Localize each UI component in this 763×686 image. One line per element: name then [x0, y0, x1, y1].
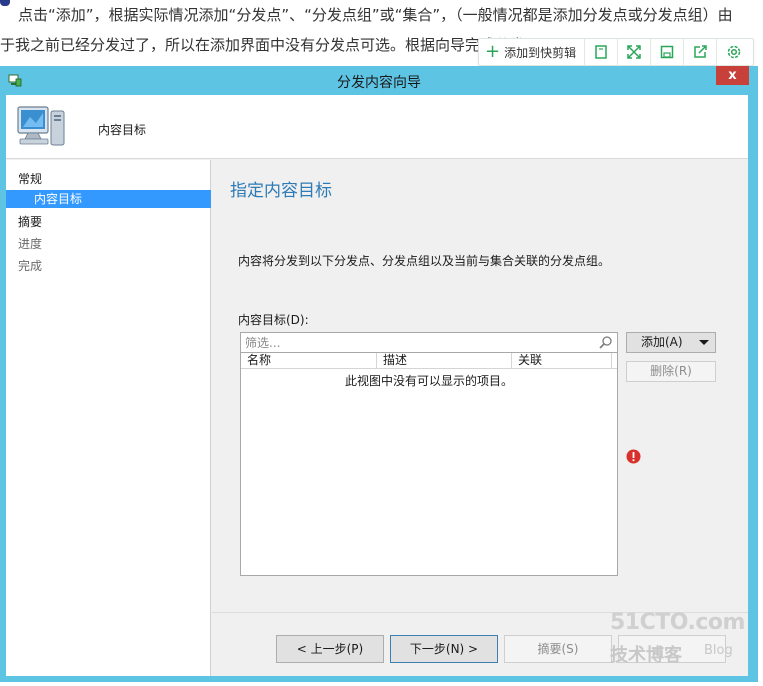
filter-input[interactable] [241, 333, 581, 352]
search-icon[interactable] [598, 335, 613, 350]
watermark-main: 51CTO.com [610, 610, 745, 635]
computer-icon [17, 106, 65, 146]
nav-item-completion[interactable]: 完成 [6, 257, 211, 275]
window-title: 分发内容向导 [337, 75, 421, 91]
nav-item-summary[interactable]: 摘要 [6, 213, 211, 231]
filter-box [240, 332, 618, 353]
next-button[interactable]: 下一步(N) > [390, 635, 498, 663]
plus-icon: + [485, 41, 501, 62]
bookmark-icon [595, 45, 607, 59]
save-button[interactable] [651, 39, 685, 65]
summary-button[interactable]: 摘要(S) [504, 635, 612, 663]
close-button[interactable]: x [716, 66, 749, 85]
add-button-label: 添加(A) [641, 335, 683, 349]
wizard-header: 内容目标 [6, 95, 748, 159]
nav-item-content-destination[interactable]: 内容目标 [6, 190, 211, 208]
share-button[interactable] [684, 39, 718, 65]
article-bullet [0, 0, 10, 6]
settings-icon [727, 45, 740, 59]
watermark-sub: 技术博客 [610, 645, 682, 666]
content-destination-list[interactable]: 名称 描述 关联 此视图中没有可以显示的项目。 [240, 353, 618, 576]
wizard-nav: 常规 内容目标 摘要 进度 完成 [6, 160, 211, 676]
distribute-content-wizard: 分发内容向导 x 内容目标 常规 内容目标 摘要 进度 完成 指定内容目标 内容… [0, 66, 758, 682]
watermark: 51CTO.com 技术博客 Blog [608, 610, 758, 670]
floating-toolbar: + 添加到快剪辑 [478, 38, 754, 66]
error-icon[interactable] [626, 449, 641, 464]
expand-button[interactable] [618, 39, 652, 65]
nav-item-progress[interactable]: 进度 [6, 235, 211, 253]
column-header-association[interactable]: 关联 [512, 353, 612, 369]
save-icon [660, 45, 674, 59]
add-dropdown-button[interactable]: 添加(A) [626, 332, 716, 353]
column-header-description[interactable]: 描述 [377, 353, 512, 369]
header-title: 内容目标 [98, 123, 147, 137]
content-destination-label: 内容目标(D): [238, 313, 309, 327]
add-to-clip-label: 添加到快剪辑 [504, 45, 577, 60]
wizard-client-area: 内容目标 常规 内容目标 摘要 进度 完成 指定内容目标 内容将分发到以下分发点… [6, 95, 748, 676]
expand-icon [627, 45, 641, 59]
list-header: 名称 描述 关联 [241, 353, 617, 369]
remove-button[interactable]: 删除(R) [626, 361, 716, 382]
add-to-clip-button[interactable]: + 添加到快剪辑 [479, 39, 586, 65]
watermark-blog: Blog [704, 643, 733, 658]
column-header-name[interactable]: 名称 [241, 353, 377, 369]
page-title: 指定内容目标 [230, 181, 332, 201]
share-icon [694, 45, 707, 58]
title-bar[interactable]: 分发内容向导 x [0, 66, 758, 95]
settings-button[interactable] [717, 39, 750, 65]
article-text-line-2: 于我之前已经分发过了，所以在添加界面中没有分发点可选。根据向导完成分发 [0, 36, 526, 54]
chevron-down-icon [699, 340, 709, 345]
article-text-line-1: 点击“添加”，根据实际情况添加“分发点”、“分发点组”或“集合”，（一般情况都是… [18, 6, 733, 24]
nav-item-general[interactable]: 常规 [6, 170, 211, 188]
empty-list-message: 此视图中没有可以显示的项目。 [344, 374, 513, 388]
page-description: 内容将分发到以下分发点、分发点组以及当前与集合关联的分发点组。 [238, 254, 611, 268]
previous-button[interactable]: < 上一步(P) [276, 635, 384, 663]
wizard-content: 指定内容目标 内容将分发到以下分发点、分发点组以及当前与集合关联的分发点组。 内… [212, 160, 748, 612]
bookmark-button[interactable] [585, 39, 619, 65]
